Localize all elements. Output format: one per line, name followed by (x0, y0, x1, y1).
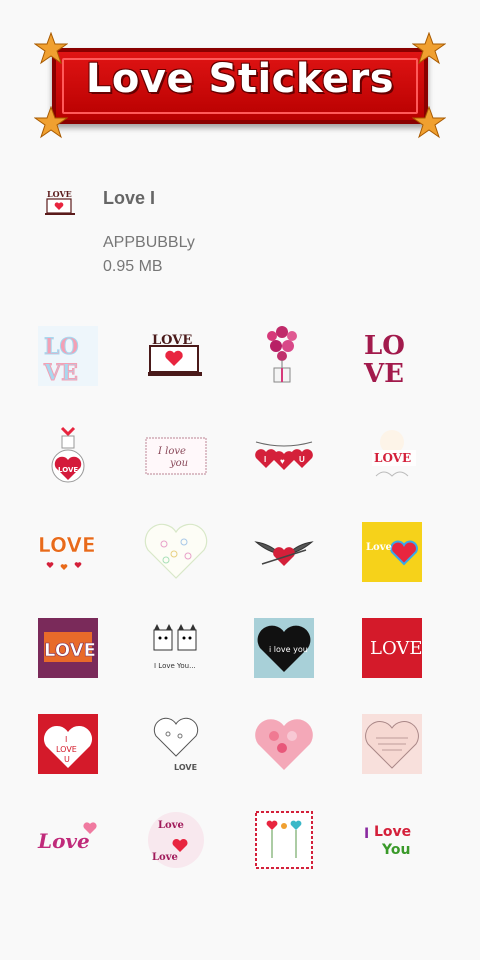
svg-text:♥: ♥ (280, 457, 285, 466)
love-laptop-icon: LOVE (45, 189, 75, 215)
sticker-i-love-you-colorful[interactable]: I Love You (360, 808, 424, 872)
sticker-love-sketch-hearts[interactable]: LOVE (144, 712, 208, 776)
svg-text:I Love You...: I Love You... (154, 662, 196, 670)
svg-text:I: I (264, 455, 266, 464)
sticker-i-love-u-red-card[interactable]: I LOVE U (36, 712, 100, 776)
svg-text:LOVE: LOVE (38, 533, 96, 557)
svg-text:VE: VE (43, 360, 78, 386)
sticker-love-purple-patch[interactable]: LOVE (36, 616, 100, 680)
svg-text:I: I (65, 735, 67, 744)
pack-name: Love I (103, 188, 156, 208)
sticker-winged-heart[interactable] (252, 520, 316, 584)
sticker-i-love-you-note[interactable]: I love you (144, 424, 208, 488)
svg-text:Love: Love (374, 824, 411, 840)
sticker-pink-hearts-collage[interactable] (252, 712, 316, 776)
sticker-heart-flowers-stamp[interactable] (252, 808, 316, 872)
sticker-i-love-u-hanging-hearts[interactable]: I ♥ U (252, 424, 316, 488)
svg-text:Love: Love (366, 542, 392, 553)
svg-text:LOVE: LOVE (44, 640, 96, 661)
svg-text:LO: LO (44, 334, 79, 360)
sticker-i-love-you-black-heart[interactable]: i love you (252, 616, 316, 680)
sticker-love-circle-words[interactable]: Love Love (144, 808, 208, 872)
svg-text:LOVE: LOVE (58, 466, 78, 474)
sticker-love-red-square[interactable]: LOVE (360, 616, 424, 680)
svg-text:U: U (299, 455, 305, 464)
svg-text:I love: I love (157, 446, 186, 457)
svg-text:You: You (381, 842, 410, 858)
sticker-love-red-letters[interactable]: LO VE (360, 324, 424, 388)
sticker-heart-balloons-gift[interactable] (252, 324, 316, 388)
svg-text:VE: VE (363, 359, 404, 388)
pack-author: APPBUBBLy (103, 234, 195, 251)
svg-text:you: you (169, 458, 188, 469)
sticker-cats-i-love-you[interactable]: I Love You... (144, 616, 208, 680)
pack-size: 0.95 MB (103, 258, 163, 275)
sticker-love-pink-word[interactable]: Love (36, 808, 100, 872)
svg-text:Love: Love (152, 852, 178, 863)
svg-text:U: U (64, 755, 70, 764)
svg-text:LOVE: LOVE (47, 189, 72, 199)
sticker-love-rainbow-heart[interactable]: Love (360, 520, 424, 584)
sticker-love-orange-word[interactable]: LOVE (36, 520, 100, 584)
star-icon (412, 32, 446, 65)
svg-text:Love: Love (158, 820, 184, 831)
svg-text:I: I (364, 826, 369, 842)
star-icon (34, 106, 68, 139)
svg-text:LOVE: LOVE (56, 745, 77, 754)
sticker-love-letters-doodle[interactable]: LO VE (36, 324, 100, 388)
sticker-love-laptop-heart[interactable]: LOVE (144, 324, 208, 388)
sticker-heart-pattern-doodle[interactable] (144, 520, 208, 584)
app-banner: Love Stickers (34, 32, 446, 139)
svg-text:Love: Love (37, 829, 90, 853)
sticker-love-ice-cream[interactable]: LOVE (360, 424, 424, 488)
star-icon (34, 32, 68, 65)
star-icon (412, 106, 446, 139)
svg-text:LOVE: LOVE (374, 451, 411, 465)
banner-title: Love Stickers (85, 56, 395, 102)
svg-text:LO: LO (364, 331, 405, 361)
sticker-handwritten-heart[interactable] (360, 712, 424, 776)
svg-text:LOVE: LOVE (370, 638, 423, 659)
svg-text:LOVE: LOVE (174, 763, 197, 772)
sticker-love-potion-bottle[interactable]: LOVE (36, 424, 100, 488)
svg-text:i love you: i love you (269, 645, 308, 654)
